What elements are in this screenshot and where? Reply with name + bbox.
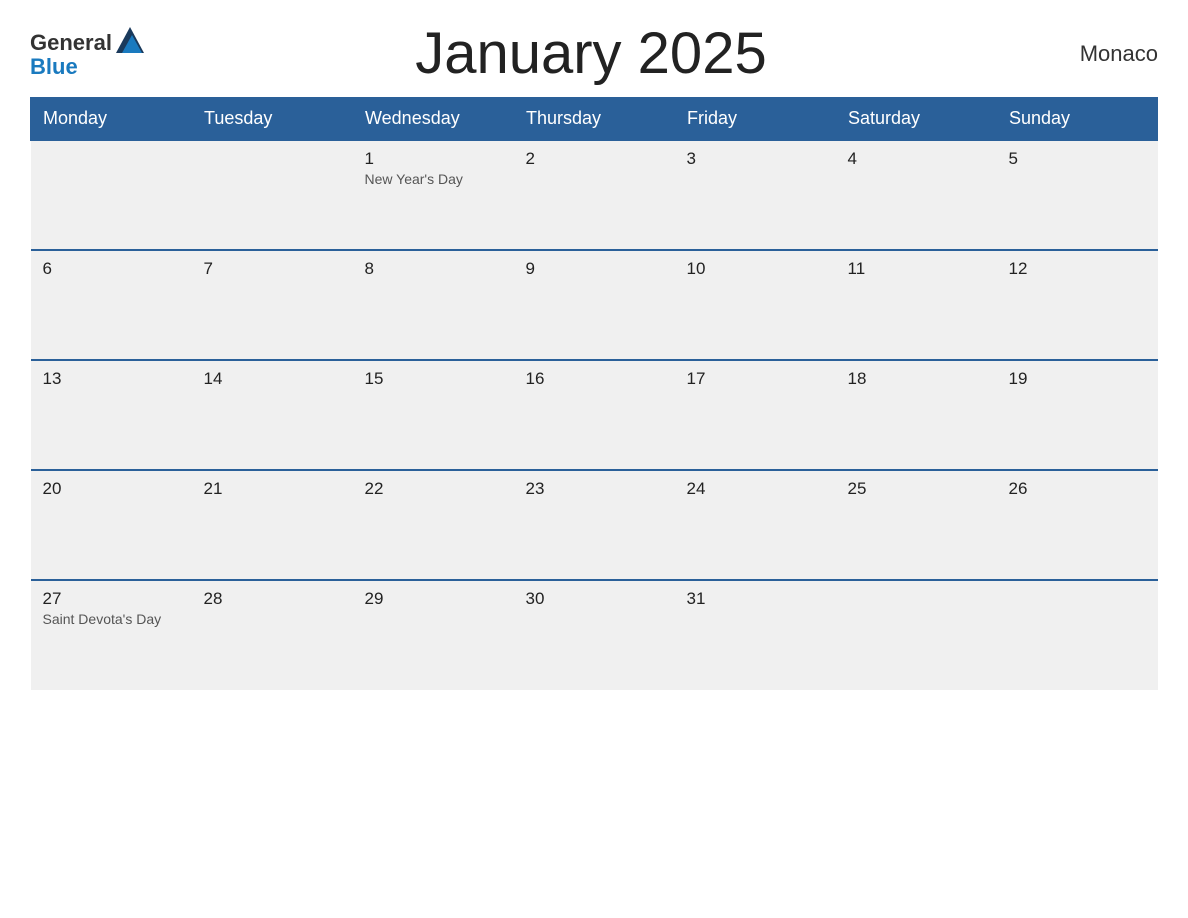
calendar-cell: 8 (353, 250, 514, 360)
calendar-cell: 27 Saint Devota's Day (31, 580, 192, 690)
calendar-cell: 23 (514, 470, 675, 580)
day-number: 20 (43, 479, 180, 499)
day-number: 3 (687, 149, 824, 169)
day-number: 13 (43, 369, 180, 389)
calendar-title: January 2025 (144, 20, 1038, 87)
column-header-tuesday: Tuesday (192, 98, 353, 141)
day-number: 26 (1009, 479, 1146, 499)
day-number: 23 (526, 479, 663, 499)
calendar-cell: 7 (192, 250, 353, 360)
column-header-wednesday: Wednesday (353, 98, 514, 141)
day-number: 31 (687, 589, 824, 609)
calendar-cell: 6 (31, 250, 192, 360)
day-number: 22 (365, 479, 502, 499)
calendar-week-3: 13 14 15 16 17 18 19 (31, 360, 1158, 470)
day-number: 10 (687, 259, 824, 279)
day-number: 27 (43, 589, 180, 609)
calendar-cell: 13 (31, 360, 192, 470)
day-number: 29 (365, 589, 502, 609)
column-header-monday: Monday (31, 98, 192, 141)
day-number: 17 (687, 369, 824, 389)
calendar-cell: 26 (997, 470, 1158, 580)
logo-text-blue: Blue (30, 54, 78, 80)
calendar-cell: 16 (514, 360, 675, 470)
column-header-thursday: Thursday (514, 98, 675, 141)
calendar-week-4: 20 21 22 23 24 25 26 (31, 470, 1158, 580)
day-number: 16 (526, 369, 663, 389)
calendar-cell: 22 (353, 470, 514, 580)
calendar-cell: 18 (836, 360, 997, 470)
calendar-week-1: 1 New Year's Day 2 3 4 5 (31, 140, 1158, 250)
country-label: Monaco (1038, 41, 1158, 67)
day-number: 19 (1009, 369, 1146, 389)
day-number: 15 (365, 369, 502, 389)
day-number: 8 (365, 259, 502, 279)
column-header-saturday: Saturday (836, 98, 997, 141)
calendar-cell: 19 (997, 360, 1158, 470)
calendar-cell: 11 (836, 250, 997, 360)
day-number: 1 (365, 149, 502, 169)
calendar-cell: 14 (192, 360, 353, 470)
calendar-cell: 4 (836, 140, 997, 250)
logo: General Blue (30, 27, 144, 80)
calendar-cell (192, 140, 353, 250)
calendar-cell: 10 (675, 250, 836, 360)
calendar-cell: 3 (675, 140, 836, 250)
calendar-cell: 15 (353, 360, 514, 470)
day-number: 7 (204, 259, 341, 279)
calendar-cell (997, 580, 1158, 690)
column-header-friday: Friday (675, 98, 836, 141)
calendar-table: MondayTuesdayWednesdayThursdayFridaySatu… (30, 97, 1158, 690)
logo-triangle-icon (116, 27, 144, 58)
calendar-cell: 29 (353, 580, 514, 690)
day-number: 28 (204, 589, 341, 609)
calendar-cell: 1 New Year's Day (353, 140, 514, 250)
calendar-cell: 21 (192, 470, 353, 580)
calendar-cell: 31 (675, 580, 836, 690)
day-number: 21 (204, 479, 341, 499)
calendar-cell: 30 (514, 580, 675, 690)
holiday-name: Saint Devota's Day (43, 611, 180, 627)
day-number: 30 (526, 589, 663, 609)
calendar-cell (31, 140, 192, 250)
logo-text-general: General (30, 30, 112, 56)
calendar-week-2: 6 7 8 9 10 11 12 (31, 250, 1158, 360)
calendar-cell: 24 (675, 470, 836, 580)
calendar-week-5: 27 Saint Devota's Day 28 29 30 31 (31, 580, 1158, 690)
day-number: 25 (848, 479, 985, 499)
day-number: 24 (687, 479, 824, 499)
calendar-cell: 9 (514, 250, 675, 360)
day-number: 9 (526, 259, 663, 279)
day-number: 2 (526, 149, 663, 169)
day-number: 12 (1009, 259, 1146, 279)
calendar-cell: 12 (997, 250, 1158, 360)
calendar-header-row: MondayTuesdayWednesdayThursdayFridaySatu… (31, 98, 1158, 141)
day-number: 18 (848, 369, 985, 389)
calendar-cell: 17 (675, 360, 836, 470)
column-header-sunday: Sunday (997, 98, 1158, 141)
calendar-cell: 25 (836, 470, 997, 580)
day-number: 4 (848, 149, 985, 169)
calendar-cell: 20 (31, 470, 192, 580)
holiday-name: New Year's Day (365, 171, 502, 187)
calendar-cell: 28 (192, 580, 353, 690)
day-number: 5 (1009, 149, 1146, 169)
page-header: General Blue January 2025 Monaco (30, 20, 1158, 87)
day-number: 6 (43, 259, 180, 279)
day-number: 11 (848, 259, 985, 279)
calendar-cell (836, 580, 997, 690)
calendar-cell: 2 (514, 140, 675, 250)
calendar-cell: 5 (997, 140, 1158, 250)
day-number: 14 (204, 369, 341, 389)
